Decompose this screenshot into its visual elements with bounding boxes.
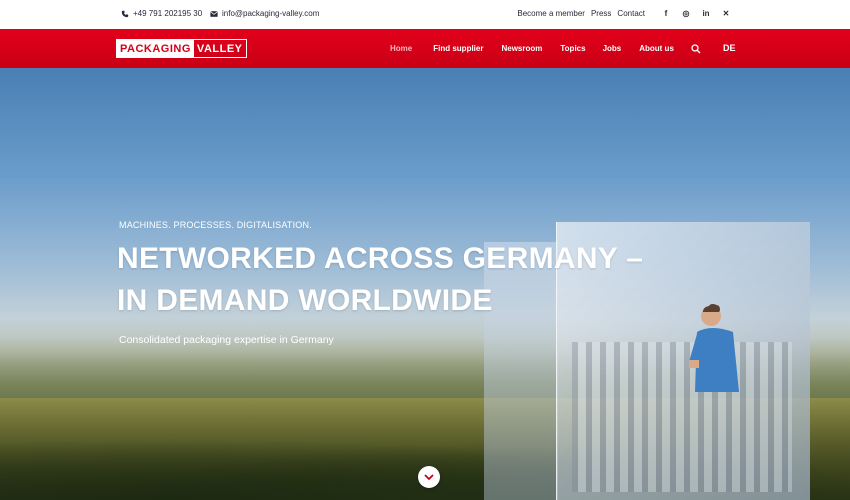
email-address: info@packaging-valley.com	[222, 9, 320, 18]
search-icon[interactable]	[691, 44, 701, 54]
hero-headline-line-2: IN DEMAND WORLDWIDE	[117, 284, 493, 317]
hero-kicker: MACHINES. PROCESSES. DIGITALISATION.	[119, 220, 312, 230]
contact-link[interactable]: Contact	[617, 9, 645, 18]
nav-item-topics[interactable]: Topics	[560, 44, 585, 53]
nav-item-find-supplier[interactable]: Find supplier	[433, 44, 483, 53]
chevron-down-icon	[424, 474, 434, 481]
hero-headline: NETWORKED ACROSS GERMANY – IN DEMAND WOR…	[117, 238, 643, 322]
nav-item-jobs[interactable]: Jobs	[603, 44, 622, 53]
instagram-icon[interactable]: ◎	[681, 8, 691, 18]
hero-banner: MACHINES. PROCESSES. DIGITALISATION. NET…	[0, 68, 850, 500]
hero-headline-line-1: NETWORKED ACROSS GERMANY –	[117, 242, 644, 275]
nav-item-about-us[interactable]: About us	[639, 44, 674, 53]
scroll-down-button[interactable]	[418, 466, 440, 488]
site-logo[interactable]: PACKAGING VALLEY	[116, 39, 247, 58]
main-navbar: PACKAGING VALLEY Home Find supplier News…	[0, 29, 850, 68]
packaging-machine-image	[572, 342, 792, 492]
social-links: f ◎ in ✕	[661, 8, 731, 18]
utility-links: Become a member Press Contact	[517, 9, 645, 18]
main-menu: Home Find supplier Newsroom Topics Jobs …	[390, 44, 674, 53]
hero-subline: Consolidated packaging expertise in Germ…	[119, 334, 334, 346]
phone-number: +49 791 202195 30	[133, 9, 203, 18]
press-link[interactable]: Press	[591, 9, 611, 18]
worker-figure-image	[689, 304, 739, 392]
nav-item-newsroom[interactable]: Newsroom	[501, 44, 542, 53]
xing-icon[interactable]: ✕	[721, 8, 731, 18]
linkedin-icon[interactable]: in	[701, 8, 711, 18]
mail-icon	[210, 10, 218, 17]
nav-item-home[interactable]: Home	[390, 44, 412, 53]
phone-contact[interactable]: +49 791 202195 30	[121, 9, 202, 18]
become-member-link[interactable]: Become a member	[517, 9, 585, 18]
email-contact[interactable]: info@packaging-valley.com	[210, 9, 319, 18]
facebook-icon[interactable]: f	[661, 8, 671, 18]
logo-text-packaging: PACKAGING	[117, 40, 194, 57]
phone-icon	[121, 10, 129, 17]
logo-text-valley: VALLEY	[196, 43, 243, 55]
utility-bar: +49 791 202195 30 info@packaging-valley.…	[0, 0, 850, 29]
language-switch[interactable]: DE	[723, 43, 736, 53]
